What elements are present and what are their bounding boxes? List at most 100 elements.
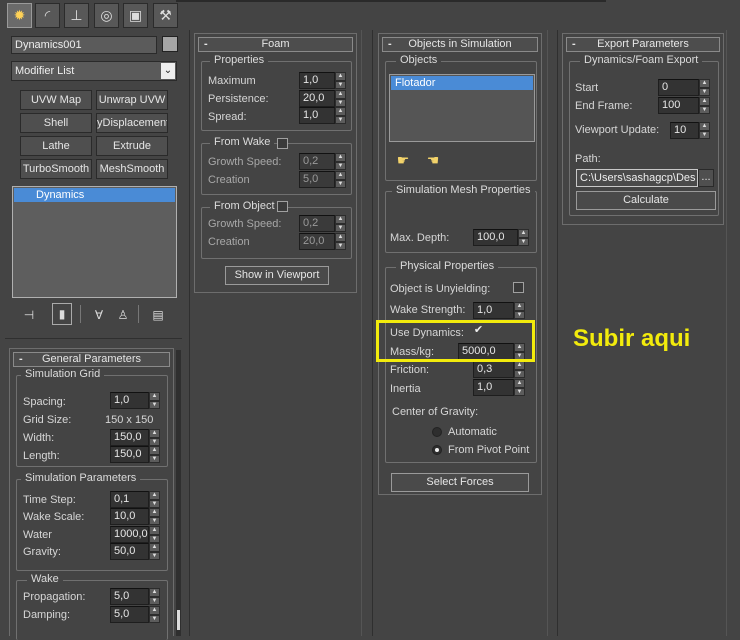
export-parameters-header[interactable]: - Export Parameters bbox=[566, 37, 720, 52]
time-step-spinner[interactable]: 0,1 ▲ ▼ bbox=[110, 491, 160, 508]
create-icon[interactable]: ✹ bbox=[7, 3, 32, 28]
calculate-button[interactable]: Calculate bbox=[576, 191, 716, 210]
persistence-value[interactable]: 20,0 bbox=[299, 90, 335, 107]
modify-icon[interactable]: ◜ bbox=[35, 3, 60, 28]
dynamics-foam-export-title: Dynamics/Foam Export bbox=[580, 54, 703, 66]
max-depth-label: Max. Depth: bbox=[390, 232, 450, 244]
viewport-update-spinner[interactable]: 10 ▲ ▼ bbox=[670, 122, 710, 139]
wake-strength-value[interactable]: 1,0 bbox=[473, 302, 514, 319]
remove-modifier-icon[interactable]: ♙ bbox=[113, 305, 133, 325]
length-spinner[interactable]: 150,0 ▲ ▼ bbox=[110, 446, 160, 463]
browse-path-button[interactable]: ... bbox=[698, 169, 714, 187]
fo-growth-spinner[interactable]: 0,2 ▲ ▼ bbox=[299, 215, 346, 232]
scrollbar-thumb[interactable] bbox=[177, 610, 180, 630]
time-step-value[interactable]: 0,1 bbox=[110, 491, 149, 508]
path-field[interactable]: C:\Users\sashagcp\Des bbox=[576, 169, 698, 187]
end-frame-spinner[interactable]: 100 ▲ ▼ bbox=[658, 97, 710, 114]
damping-spinner[interactable]: 5,0 ▲ ▼ bbox=[110, 606, 160, 623]
end-frame-value[interactable]: 100 bbox=[658, 97, 699, 114]
modifier-button-lathe[interactable]: Lathe bbox=[20, 136, 92, 156]
from-wake-checkbox[interactable] bbox=[277, 138, 288, 149]
gravity-spinner[interactable]: 50,0 ▲ ▼ bbox=[110, 543, 160, 560]
maximum-spinner[interactable]: 1,0 ▲ ▼ bbox=[299, 72, 346, 89]
modifier-button-ydisplacement[interactable]: yDisplacement bbox=[96, 113, 168, 133]
unyielding-checkbox[interactable] bbox=[513, 282, 524, 293]
friction-value[interactable]: 0,3 bbox=[473, 361, 514, 378]
modifier-button-turbosmooth[interactable]: TurboSmooth bbox=[20, 159, 92, 179]
display-icon[interactable]: ▣ bbox=[123, 3, 148, 28]
modifier-button-extrude[interactable]: Extrude bbox=[96, 136, 168, 156]
fw-creation-spinner[interactable]: 5,0 ▲ ▼ bbox=[299, 171, 346, 188]
object-color-swatch[interactable] bbox=[162, 36, 178, 52]
list-item-flotador[interactable]: Flotador bbox=[391, 76, 533, 90]
inertia-spinner[interactable]: 1,0 ▲ ▼ bbox=[473, 379, 525, 396]
motion-icon[interactable]: ◎ bbox=[94, 3, 119, 28]
fw-growth-value[interactable]: 0,2 bbox=[299, 153, 335, 170]
maximum-value[interactable]: 1,0 bbox=[299, 72, 335, 89]
fw-creation-value[interactable]: 5,0 bbox=[299, 171, 335, 188]
modifier-button-unwrap-uvw[interactable]: Unwrap UVW bbox=[96, 90, 168, 110]
simulation-grid-title: Simulation Grid bbox=[21, 368, 105, 380]
scrollbar-track[interactable] bbox=[176, 350, 181, 636]
objects-list[interactable]: Flotador bbox=[389, 74, 535, 142]
start-label: Start bbox=[575, 82, 599, 94]
chevron-down-icon[interactable]: ⌄ bbox=[161, 63, 175, 79]
modifier-stack[interactable]: Dynamics bbox=[12, 186, 177, 298]
max-depth-value[interactable]: 100,0 bbox=[473, 229, 518, 246]
remove-object-icon[interactable]: ☚ bbox=[423, 150, 443, 170]
spacing-spinner[interactable]: 1,0 ▲ ▼ bbox=[110, 392, 160, 409]
select-forces-button[interactable]: Select Forces bbox=[391, 473, 529, 492]
spread-value[interactable]: 1,0 bbox=[299, 107, 335, 124]
start-spinner[interactable]: 0 ▲ ▼ bbox=[658, 79, 710, 96]
gravity-value[interactable]: 50,0 bbox=[110, 543, 149, 560]
spread-spinner[interactable]: 1,0 ▲ ▼ bbox=[299, 107, 346, 124]
show-end-result-icon[interactable]: ▮ bbox=[52, 303, 72, 325]
wake-strength-spinner[interactable]: 1,0 ▲ ▼ bbox=[473, 302, 525, 319]
foam-header[interactable]: - Foam bbox=[198, 37, 353, 52]
hierarchy-icon[interactable]: ⊥ bbox=[64, 3, 89, 28]
wake-scale-value[interactable]: 10,0 bbox=[110, 508, 149, 525]
configure-sets-icon[interactable]: ▤ bbox=[148, 305, 168, 325]
from-object-checkbox[interactable] bbox=[277, 201, 288, 212]
add-object-icon[interactable]: ☛ bbox=[393, 150, 413, 170]
annotation-text: Subir aqui bbox=[573, 325, 691, 352]
viewport-update-value[interactable]: 10 bbox=[670, 122, 699, 139]
width-value[interactable]: 150,0 bbox=[110, 429, 149, 446]
propagation-spinner[interactable]: 5,0 ▲ ▼ bbox=[110, 588, 160, 605]
from-pivot-point-label: From Pivot Point bbox=[448, 444, 530, 456]
wake-scale-spinner[interactable]: 10,0 ▲ ▼ bbox=[110, 508, 160, 525]
pin-stack-icon[interactable]: ⊣ bbox=[19, 305, 39, 325]
length-value[interactable]: 150,0 bbox=[110, 446, 149, 463]
automatic-radio[interactable] bbox=[432, 427, 442, 437]
propagation-value[interactable]: 5,0 bbox=[110, 588, 149, 605]
general-parameters-header[interactable]: - General Parameters bbox=[13, 352, 170, 367]
water-value[interactable]: 1000,0 bbox=[110, 526, 149, 543]
width-spinner[interactable]: 150,0 ▲ ▼ bbox=[110, 429, 160, 446]
start-value[interactable]: 0 bbox=[658, 79, 699, 96]
inertia-value[interactable]: 1,0 bbox=[473, 379, 514, 396]
fo-growth-value[interactable]: 0,2 bbox=[299, 215, 335, 232]
physical-properties-title: Physical Properties bbox=[396, 260, 499, 272]
modifier-button-shell[interactable]: Shell bbox=[20, 113, 92, 133]
make-unique-icon[interactable]: ∀ bbox=[89, 305, 109, 325]
modifier-button-meshsmooth[interactable]: MeshSmooth bbox=[96, 159, 168, 179]
fw-growth-spinner[interactable]: 0,2 ▲ ▼ bbox=[299, 153, 346, 170]
modifier-list-dropdown[interactable]: Modifier List ⌄ bbox=[11, 61, 177, 81]
from-pivot-point-radio[interactable] bbox=[432, 445, 442, 455]
show-in-viewport-button[interactable]: Show in Viewport bbox=[225, 266, 329, 285]
water-spinner[interactable]: 1000,0 ▲ ▼ bbox=[110, 526, 160, 543]
objects-in-simulation-header[interactable]: - Objects in Simulation bbox=[382, 37, 538, 52]
object-name-field[interactable]: Dynamics001 bbox=[11, 36, 157, 54]
stack-item-dynamics[interactable]: Dynamics bbox=[14, 188, 175, 202]
top-divider bbox=[176, 0, 606, 2]
modifier-button-uvw-map[interactable]: UVW Map bbox=[20, 90, 92, 110]
fo-creation-spinner[interactable]: 20,0 ▲ ▼ bbox=[299, 233, 346, 250]
spacing-value[interactable]: 1,0 bbox=[110, 392, 149, 409]
persistence-spinner[interactable]: 20,0 ▲ ▼ bbox=[299, 90, 346, 107]
fo-creation-value[interactable]: 20,0 bbox=[299, 233, 335, 250]
max-depth-spinner[interactable]: 100,0 ▲ ▼ bbox=[473, 229, 529, 246]
utilities-icon[interactable]: ⚒ bbox=[153, 3, 178, 28]
damping-value[interactable]: 5,0 bbox=[110, 606, 149, 623]
friction-spinner[interactable]: 0,3 ▲ ▼ bbox=[473, 361, 525, 378]
divider bbox=[5, 338, 182, 339]
